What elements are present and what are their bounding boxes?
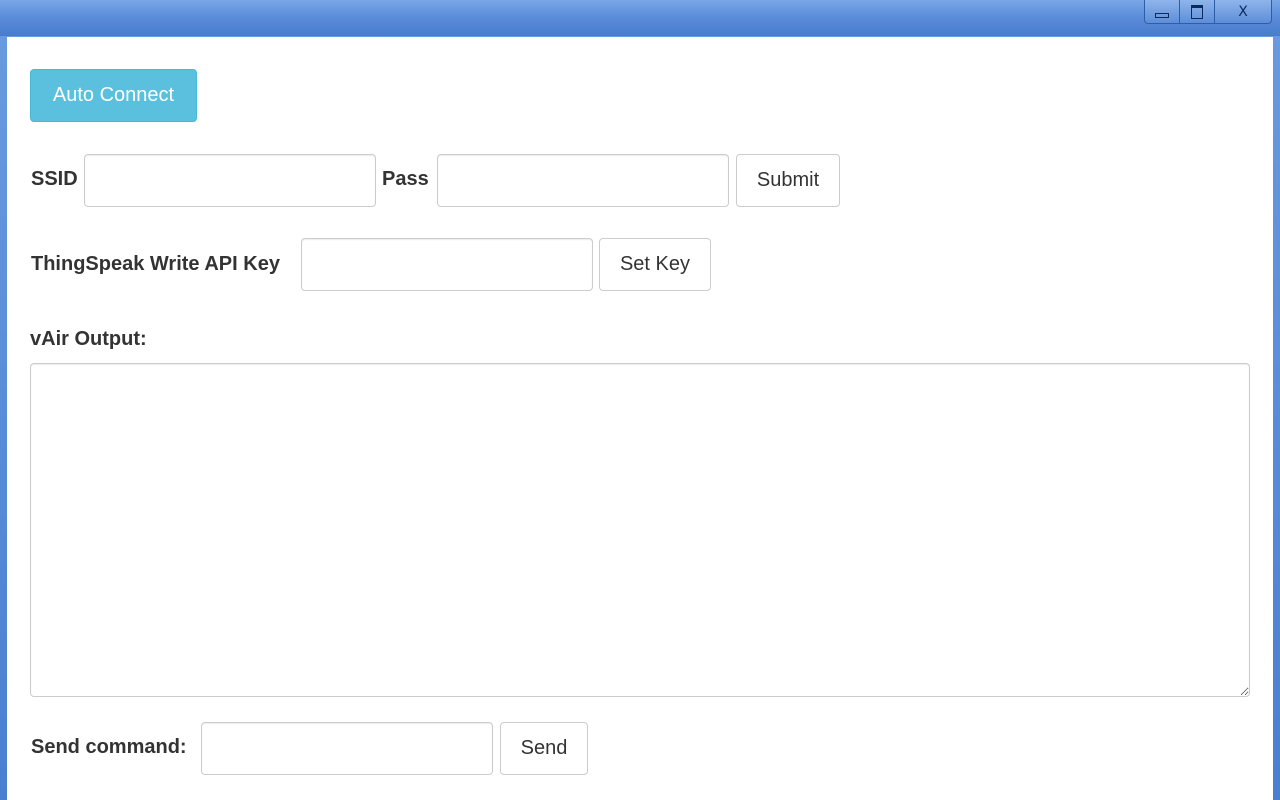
vair-output-textarea[interactable]	[30, 363, 1250, 697]
set-key-button[interactable]: Set Key	[599, 238, 711, 291]
maximize-icon	[1191, 4, 1203, 19]
minimize-icon	[1155, 13, 1169, 18]
pass-input[interactable]	[437, 154, 729, 207]
ssid-label: SSID	[31, 168, 78, 190]
submit-button[interactable]: Submit	[736, 154, 840, 207]
auto-connect-button[interactable]: Auto Connect	[30, 69, 197, 122]
pass-label: Pass	[382, 168, 429, 190]
close-icon: X	[1238, 3, 1248, 20]
maximize-button[interactable]	[1179, 0, 1215, 24]
send-command-input[interactable]	[201, 722, 493, 775]
send-button[interactable]: Send	[500, 722, 588, 775]
send-command-label: Send command:	[31, 736, 187, 758]
thingspeak-api-key-input[interactable]	[301, 238, 593, 291]
thingspeak-api-key-label: ThingSpeak Write API Key	[31, 253, 280, 275]
vair-output-label: vAir Output:	[30, 328, 147, 350]
app-window: X Auto Connect SSID Pass Submit ThingSpe…	[0, 0, 1280, 800]
client-area: Auto Connect SSID Pass Submit ThingSpeak…	[7, 37, 1273, 800]
title-bar[interactable]: X	[0, 0, 1280, 36]
minimize-button[interactable]	[1144, 0, 1180, 24]
window-controls: X	[1144, 0, 1272, 24]
ssid-input[interactable]	[84, 154, 376, 207]
close-button[interactable]: X	[1214, 0, 1272, 24]
